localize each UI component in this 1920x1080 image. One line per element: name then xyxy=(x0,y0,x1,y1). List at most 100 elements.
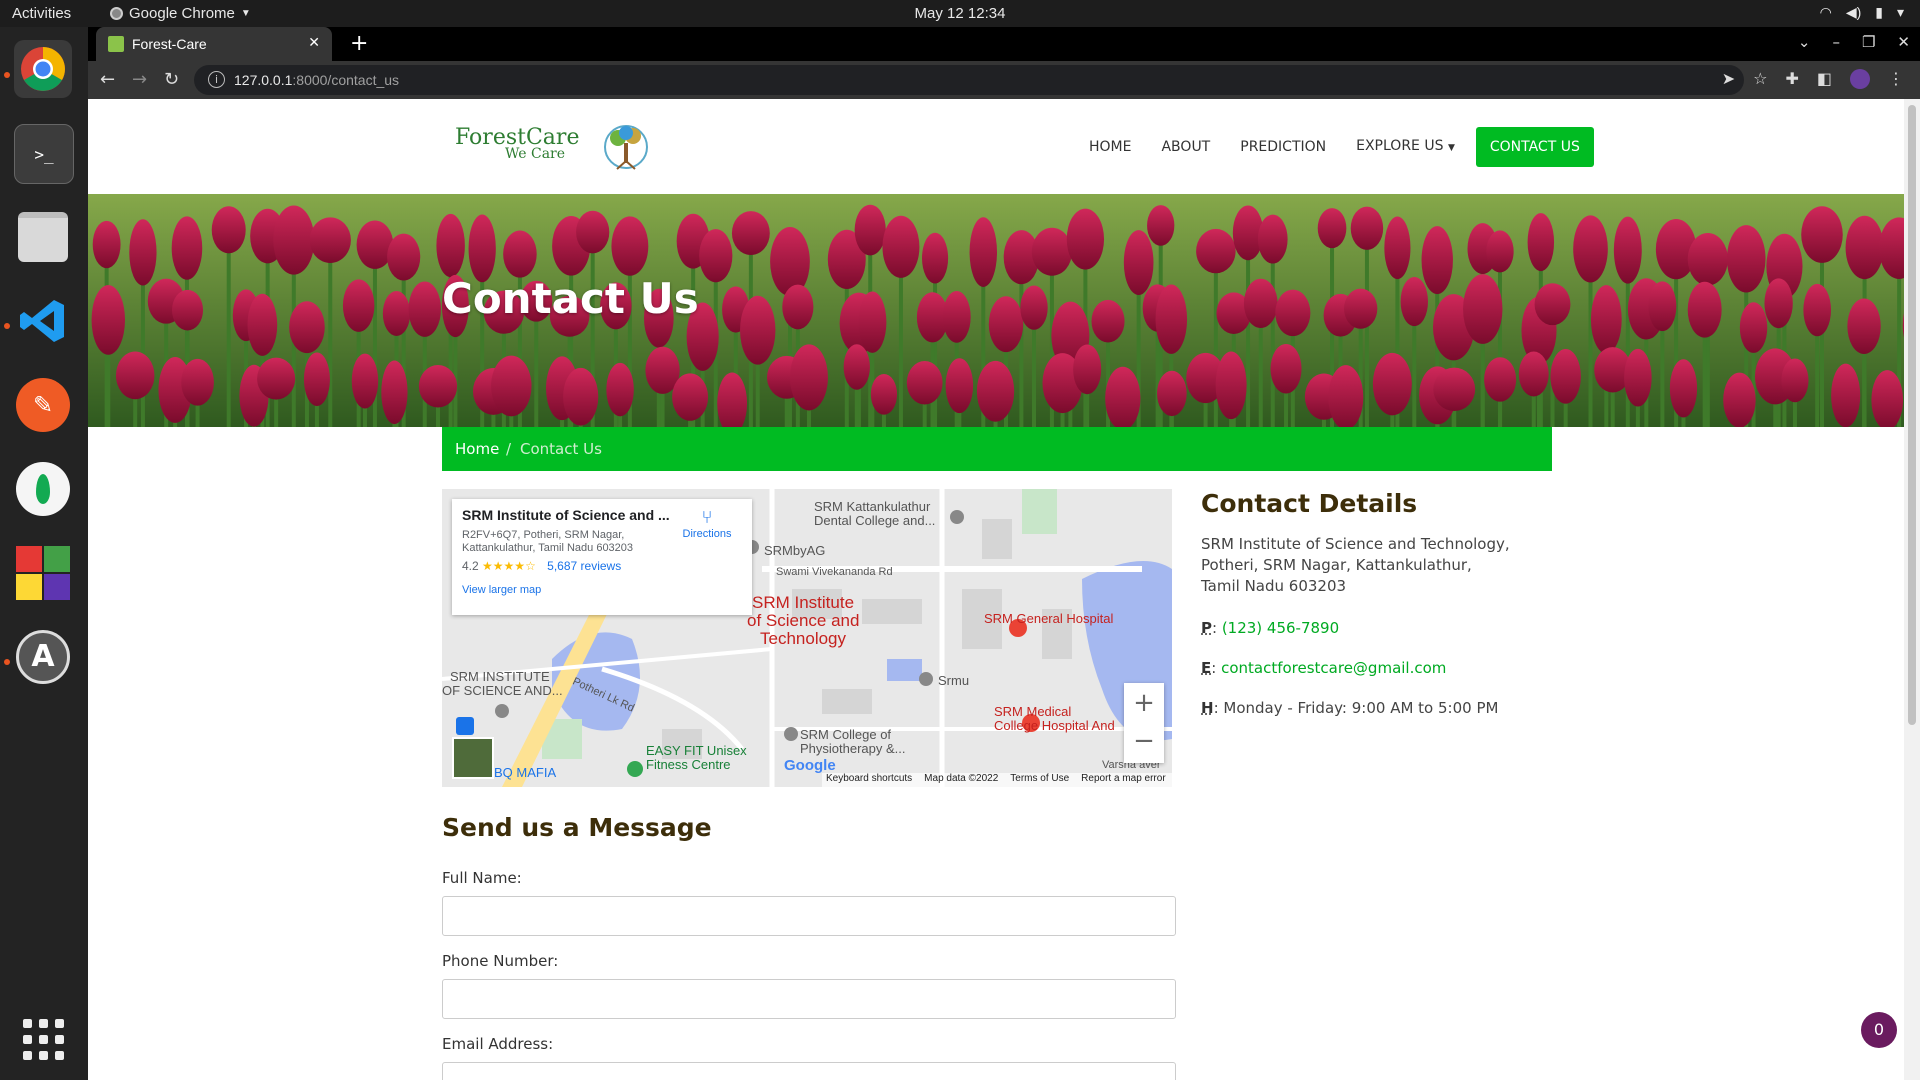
tulip-field-image xyxy=(88,194,1904,427)
clock[interactable]: May 12 12:34 xyxy=(915,5,1006,22)
mongodb-compass-icon[interactable] xyxy=(14,460,72,518)
email-link[interactable]: contactforestcare@gmail.com xyxy=(1221,659,1446,677)
back-icon[interactable]: ← xyxy=(100,69,115,90)
place-name: SRM Institute of Science and ... xyxy=(462,507,670,523)
zoom-out-button[interactable]: − xyxy=(1124,723,1164,763)
tulip-flower xyxy=(309,217,351,264)
phone-link[interactable]: (123) 456-7890 xyxy=(1222,619,1339,637)
send-icon[interactable]: ➤ xyxy=(1722,69,1735,89)
phone-input[interactable] xyxy=(442,979,1176,1019)
full-name-input[interactable] xyxy=(442,896,1176,936)
site-logo[interactable]: ForestCare We Care xyxy=(455,125,648,170)
close-window-button[interactable]: ✕ xyxy=(1897,33,1910,51)
toolbar-actions: ➤ ☆ ✚ ◧ ⋮ xyxy=(1722,69,1904,89)
hero-banner: Contact Us xyxy=(88,194,1904,427)
chrome-menu-icon[interactable]: ⋮ xyxy=(1888,69,1904,89)
tulip-flower xyxy=(988,296,1024,353)
show-applications-icon[interactable] xyxy=(14,1010,72,1068)
tab-search-icon[interactable]: ⌄ xyxy=(1798,33,1811,51)
app-grid-colored-icon[interactable] xyxy=(14,544,72,602)
satellite-toggle[interactable] xyxy=(452,737,494,779)
scrollbar-thumb[interactable] xyxy=(1908,105,1916,725)
tulip-flower xyxy=(1215,351,1247,420)
address-bar[interactable]: i 127.0.0.1:8000/contact_us xyxy=(194,65,1744,95)
tulip-flower xyxy=(1648,281,1677,332)
site-header: ForestCare We Care HOME ABOUT PREDICTION… xyxy=(88,99,1904,194)
breadcrumb-separator: / xyxy=(506,440,512,458)
app-menu[interactable]: Google Chrome ▼ xyxy=(110,5,251,22)
report-error-link[interactable]: Report a map error xyxy=(1081,773,1165,787)
tulip-flower xyxy=(1275,289,1311,337)
embedded-map[interactable]: SRM Kattankulathur Dental College and...… xyxy=(442,489,1172,787)
nav-prediction[interactable]: PREDICTION xyxy=(1225,127,1341,167)
profile-avatar[interactable] xyxy=(1850,69,1870,89)
tulip-flower xyxy=(1066,208,1105,270)
new-tab-button[interactable]: + xyxy=(350,31,368,56)
zoom-in-button[interactable]: + xyxy=(1124,683,1164,723)
tulip-flower xyxy=(1518,351,1549,397)
tulip-flower xyxy=(1463,274,1503,344)
maximize-button[interactable]: ❐ xyxy=(1862,33,1875,51)
view-larger-map-link[interactable]: View larger map xyxy=(462,584,541,596)
dock: >_ ✎ A xyxy=(0,27,88,1080)
tulip-flower xyxy=(1421,226,1453,295)
notification-badge[interactable]: 0 xyxy=(1861,1012,1897,1048)
files-icon[interactable] xyxy=(14,208,72,266)
tulip-flower xyxy=(1781,358,1809,403)
tulip-flower xyxy=(1091,299,1125,343)
nav-contact-button[interactable]: CONTACT US xyxy=(1475,127,1594,167)
postman-icon[interactable]: ✎ xyxy=(14,376,72,434)
system-tray[interactable]: ◠ ◀) ▮ ▾ xyxy=(1820,4,1904,21)
tulip-flower xyxy=(1031,227,1073,276)
map-label: SRM Medical xyxy=(994,704,1072,719)
terminal-icon[interactable]: >_ xyxy=(14,124,74,184)
chrome-icon[interactable] xyxy=(14,40,72,98)
extensions-icon[interactable]: ✚ xyxy=(1785,69,1798,89)
hours-abbr: H xyxy=(1201,699,1214,717)
directions-button[interactable]: ⑂ Directions xyxy=(677,507,737,540)
running-indicator xyxy=(4,659,10,665)
tulip-flower xyxy=(351,353,379,409)
map-label: SRM Institute xyxy=(752,593,855,612)
nav-home[interactable]: HOME xyxy=(1074,127,1146,167)
phone-row: P: (123) 456-7890 xyxy=(1201,619,1340,637)
reload-icon[interactable]: ↻ xyxy=(164,69,179,90)
nav-explore-dropdown[interactable]: EXPLORE US ▼ xyxy=(1341,126,1470,168)
page-scrollbar[interactable] xyxy=(1904,99,1920,1080)
map-label: SRM College of xyxy=(800,727,892,742)
tulip-flower xyxy=(273,205,315,275)
terms-link[interactable]: Terms of Use xyxy=(1010,773,1069,787)
browser-tab[interactable]: Forest-Care ✕ xyxy=(96,27,332,61)
side-panel-icon[interactable]: ◧ xyxy=(1817,69,1832,89)
tulip-flower xyxy=(770,226,810,297)
tulip-flower xyxy=(672,373,709,421)
keyboard-shortcuts-link[interactable]: Keyboard shortcuts xyxy=(826,773,912,787)
page-title: Contact Us xyxy=(442,274,699,323)
close-tab-icon[interactable]: ✕ xyxy=(308,34,320,51)
map-label: SRMbyAG xyxy=(764,543,826,558)
map-label: Dental College and... xyxy=(814,513,936,528)
minimize-button[interactable]: – xyxy=(1832,33,1840,51)
breadcrumb-current: Contact Us xyxy=(520,440,602,458)
activities-button[interactable]: Activities xyxy=(12,5,71,22)
breadcrumb: Home / Contact Us xyxy=(442,427,1552,471)
running-indicator xyxy=(4,72,10,78)
tulip-flower xyxy=(1534,283,1571,326)
forward-icon[interactable]: → xyxy=(132,69,147,90)
tulip-flower xyxy=(1020,285,1048,330)
nav-about[interactable]: ABOUT xyxy=(1146,127,1225,167)
breadcrumb-home-link[interactable]: Home xyxy=(455,440,499,458)
site-info-icon[interactable]: i xyxy=(208,71,225,88)
software-updater-icon[interactable]: A xyxy=(14,628,72,686)
tulip-flower xyxy=(1739,302,1768,353)
bookmark-star-icon[interactable]: ☆ xyxy=(1753,69,1767,89)
map-label: OF SCIENCE AND... xyxy=(442,683,563,698)
email-input[interactable] xyxy=(442,1062,1176,1080)
tulip-flower xyxy=(740,295,776,365)
vscode-icon[interactable] xyxy=(14,292,72,350)
tulip-flower xyxy=(1845,215,1884,280)
reviews-link[interactable]: 5,687 reviews xyxy=(547,559,621,573)
tulip-flower xyxy=(1486,230,1514,273)
tulip-flower xyxy=(1147,205,1175,246)
email-label: Email Address: xyxy=(442,1035,554,1053)
